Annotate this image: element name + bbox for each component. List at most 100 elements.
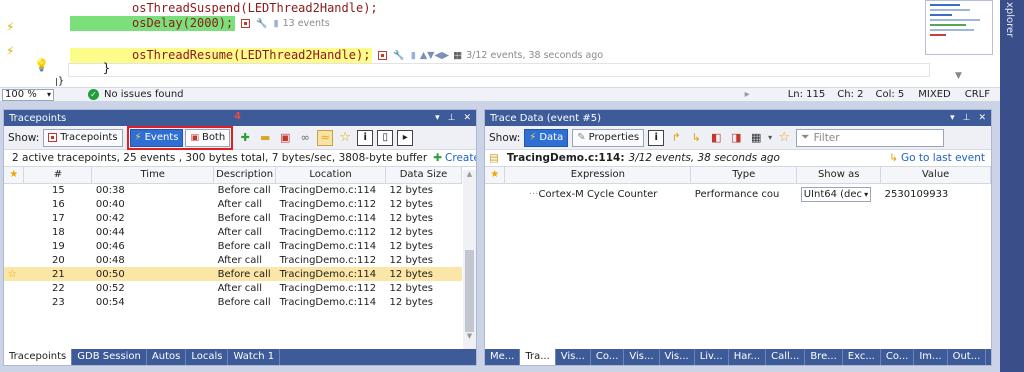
tab-item[interactable]: Locals <box>186 349 229 365</box>
column-header-datasize[interactable]: Data Size <box>385 167 462 184</box>
tab-item[interactable]: Call... <box>766 349 806 365</box>
col-indicator[interactable]: Col: 5 <box>875 89 904 100</box>
code-line-delay[interactable]: osDelay(2000); 🔧 ▮ 13 events <box>70 16 330 31</box>
column-header-location[interactable]: Location <box>275 167 387 184</box>
tab-item[interactable]: Im... <box>914 349 948 365</box>
explorer-tab[interactable]: xplorer <box>1004 2 1015 37</box>
table-row[interactable]: 22 00:52 After call TracingDemo.c:112 12 byt… <box>4 281 462 295</box>
tab-item[interactable]: Watch 1 <box>228 349 281 365</box>
bar-icon: ▮ <box>410 50 416 61</box>
zoom-select[interactable]: 100 % ▾ <box>2 88 54 101</box>
tab-item[interactable]: Exc... <box>843 349 881 365</box>
star-icon[interactable]: ☆ <box>776 130 792 146</box>
column-header-value[interactable]: Value <box>880 167 991 184</box>
record-icon[interactable]: ▣ <box>277 130 293 146</box>
star-column-header[interactable]: ★ <box>485 167 506 184</box>
folder-icon[interactable]: ▬ <box>257 130 273 146</box>
info-icon[interactable]: i <box>648 129 665 146</box>
scrollbar-thumb[interactable] <box>465 250 474 332</box>
bar-icon: ▮ <box>273 18 279 29</box>
tag-icon[interactable]: ▸ <box>397 129 414 146</box>
info-icon[interactable]: i <box>357 129 374 146</box>
column-header-showas[interactable]: Show as <box>796 167 882 184</box>
nav-arrows-icon[interactable]: ▲▼◀▶ <box>420 50 449 61</box>
tab-item[interactable]: Out... <box>948 349 987 365</box>
line-indicator[interactable]: Ln: 115 <box>788 89 826 100</box>
scroll-up-icon[interactable]: ▲ <box>463 170 476 178</box>
tab-item[interactable]: Tra... <box>520 349 556 365</box>
pin-icon[interactable]: ⊥ <box>963 113 971 123</box>
filter-input[interactable]: ⏷ Filter <box>796 128 945 147</box>
tab-item[interactable]: Vis... <box>556 349 591 365</box>
document-icon[interactable]: ▯ <box>377 129 394 146</box>
char-indicator[interactable]: Ch: 2 <box>837 89 863 100</box>
close-icon[interactable]: ✕ <box>463 113 471 123</box>
table-row[interactable]: 17 00:42 Before call TracingDemo.c:114 12 by… <box>4 211 462 225</box>
line-ending[interactable]: CRLF <box>965 89 990 100</box>
table-row[interactable]: 23 00:54 Before call TracingDemo.c:114 12 by… <box>4 295 462 309</box>
tab-item[interactable]: Me... <box>485 349 521 365</box>
data-filter-button[interactable]: ⚡ Data <box>524 128 569 147</box>
column-header-description[interactable]: Description <box>213 167 277 184</box>
trace-data-row[interactable]: ···Cortex-M Cycle Counter Performance co… <box>485 183 991 205</box>
scroll-down-icon[interactable]: ▼ <box>463 332 476 340</box>
properties-filter-button[interactable]: ✎ Properties <box>572 128 645 147</box>
step-over-icon[interactable]: ↳ <box>688 130 704 146</box>
step-into-icon[interactable]: ↱ <box>668 130 684 146</box>
current-line-box <box>68 63 930 77</box>
time-cell: 00:52 <box>95 282 125 294</box>
trace-graph-icon[interactable]: ≈ <box>317 129 334 146</box>
issues-status[interactable]: No issues found <box>104 89 184 100</box>
star-icon[interactable]: ☆ <box>8 269 17 280</box>
scroll-right-icon[interactable]: ▸ <box>745 89 750 100</box>
tab-item[interactable]: Co... <box>881 349 915 365</box>
previous-tracepoint-icon[interactable]: ◧ <box>708 130 724 146</box>
both-filter-button[interactable]: ▣ Both <box>185 128 231 147</box>
goto-last-event-link[interactable]: ↳ Go to last event <box>889 152 985 164</box>
column-header-time[interactable]: Time <box>91 167 215 184</box>
table-view-icon[interactable]: ▦ <box>748 130 764 146</box>
table-row[interactable]: 20 00:48 After call TracingDemo.c:112 12 byt… <box>4 253 462 267</box>
events-filter-button[interactable]: ⚡ Events <box>129 128 184 147</box>
link-icon[interactable]: ∞ <box>297 130 313 146</box>
close-icon[interactable]: ✕ <box>978 113 986 123</box>
code-line-resume[interactable]: osThreadResume(LEDThread2Handle); 🔧 ▮ ▲▼… <box>70 48 603 63</box>
tab-item[interactable]: Autos <box>147 349 187 365</box>
table-scrollbar[interactable]: ▲ ▼ <box>463 170 476 350</box>
tab-item[interactable]: Bre... <box>805 349 843 365</box>
code-minimap[interactable] <box>925 0 993 55</box>
datasize-cell: 12 bytes <box>389 240 433 252</box>
table-row[interactable]: 16 00:40 After call TracingDemo.c:112 12 byt… <box>4 197 462 211</box>
tab-item[interactable]: Har... <box>729 349 767 365</box>
tab-item[interactable]: Co... <box>591 349 625 365</box>
table-row[interactable]: 15 00:38 Before call TracingDemo.c:114 12 by… <box>4 183 462 197</box>
code-line-brace[interactable]: } <box>74 61 110 76</box>
scroll-down-icon[interactable]: ▼ <box>955 71 962 81</box>
column-header-type[interactable]: Type <box>690 167 798 184</box>
code-line-suspend[interactable]: osThreadSuspend(LEDThread2Handle); <box>132 1 378 16</box>
pin-icon[interactable]: ⊥ <box>448 113 456 123</box>
add-icon[interactable]: ✚ <box>237 130 253 146</box>
show-as-select[interactable]: UInt64 (dec ▾ <box>800 186 872 202</box>
tab-item[interactable]: Vis... <box>660 349 695 365</box>
dropdown-icon[interactable]: ▾ <box>435 113 440 123</box>
column-header-number[interactable]: # <box>23 167 93 184</box>
add-icon[interactable]: ✚ <box>433 152 442 164</box>
dropdown-icon[interactable]: ▾ <box>950 113 955 123</box>
tab-item[interactable]: Liv... <box>695 349 729 365</box>
next-tracepoint-icon[interactable]: ◨ <box>728 130 744 146</box>
column-header-expression[interactable]: Expression <box>504 167 692 184</box>
tab-item[interactable]: Tracepoints <box>4 349 73 365</box>
star-icon[interactable]: ☆ <box>337 130 353 146</box>
table-row[interactable]: 18 00:44 After call TracingDemo.c:112 12 byt… <box>4 225 462 239</box>
table-row[interactable]: ☆ 21 00:50 Before call TracingDemo.c:114 12 b… <box>4 267 462 281</box>
star-column-header[interactable]: ★ <box>4 167 25 184</box>
tab-item[interactable]: GDB Session <box>72 349 147 365</box>
tracepoints-filter-button[interactable]: Tracepoints <box>43 128 123 147</box>
lightbulb-icon[interactable]: 💡 <box>34 58 49 72</box>
create-link[interactable]: Create a Ne <box>445 152 476 164</box>
tab-item[interactable]: Vis... <box>624 349 660 365</box>
chevron-down-icon[interactable]: ▾ <box>768 133 772 142</box>
table-row[interactable]: 19 00:46 Before call TracingDemo.c:114 12 by… <box>4 239 462 253</box>
tabs-mode[interactable]: MIXED <box>918 89 950 100</box>
